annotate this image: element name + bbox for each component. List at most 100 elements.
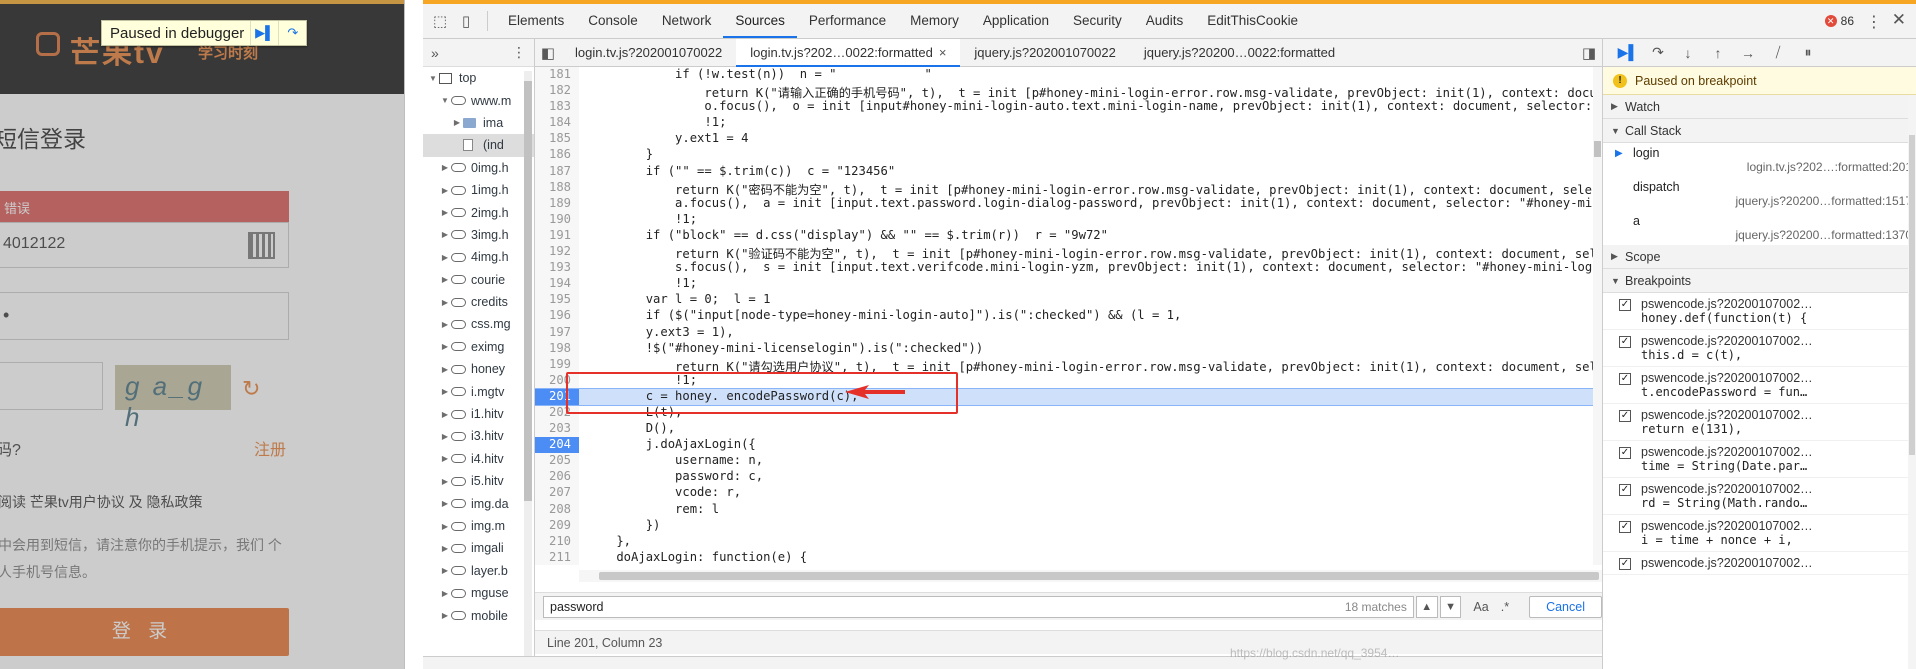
breakpoint-item[interactable]: ✓ pswencode.js?20200107002… return e(131), — [1603, 404, 1916, 441]
expand-arrow-icon[interactable]: ▶ — [439, 163, 451, 172]
line-number[interactable]: 192 — [535, 244, 579, 261]
expand-arrow-icon[interactable]: ▶ — [439, 454, 451, 463]
step-over-icon[interactable]: ↷ — [278, 21, 306, 45]
code-line[interactable]: 181 if (!w.test(n)) n = " " — [535, 67, 1595, 84]
breakpoint-item[interactable]: ✓ pswencode.js?20200107002… rd = String(Ma… — [1603, 478, 1916, 515]
line-number[interactable]: 183 — [535, 99, 579, 116]
step-out-icon[interactable]: ↑ — [1703, 45, 1733, 61]
line-number[interactable]: 181 — [535, 67, 579, 84]
device-toolbar-icon[interactable]: ▯ — [453, 8, 479, 34]
code-line[interactable]: 188 return K("密码不能为空", t), t = init [p#h… — [535, 179, 1602, 197]
tree-item[interactable]: ▶ img.m — [423, 515, 534, 537]
step-icon[interactable]: → — [1733, 45, 1763, 61]
tree-item[interactable]: ▶ css.mg — [423, 313, 534, 335]
breakpoints-pane-header[interactable]: ▼ Breakpoints — [1603, 269, 1916, 293]
code-line[interactable]: 204 j.doAjaxLogin({ — [535, 437, 1595, 454]
tree-item[interactable]: ▶ mobile — [423, 604, 534, 626]
expand-arrow-icon[interactable]: ▶ — [439, 589, 451, 598]
tree-item[interactable]: ▶ 2img.h — [423, 201, 534, 223]
code-line[interactable]: 190 !1; — [535, 211, 1595, 228]
code-editor[interactable]: 181 if (!w.test(n)) n = " " 182 return K(… — [535, 67, 1602, 565]
breakpoint-marker[interactable]: 204 — [535, 437, 579, 454]
tree-item[interactable]: ▶ 1img.h — [423, 179, 534, 201]
tab-console[interactable]: Console — [576, 4, 650, 38]
editor-vertical-scrollbar[interactable] — [1593, 67, 1602, 565]
code-line[interactable]: 209 }) — [535, 517, 1595, 534]
line-number[interactable]: 207 — [535, 485, 579, 502]
line-number[interactable]: 195 — [535, 292, 579, 309]
toggle-navigator-icon[interactable]: ◧ — [535, 40, 561, 66]
step-over-button-icon[interactable]: ↷ — [1643, 44, 1673, 61]
line-number[interactable]: 208 — [535, 501, 579, 518]
tab-audits[interactable]: Audits — [1134, 4, 1196, 38]
tree-item[interactable]: ▶ ima — [423, 112, 534, 134]
navigator-menu-icon[interactable]: ⋮ — [512, 44, 526, 61]
call-frame[interactable]: ▶ login login.tv.js?202…:formatted:201 — [1603, 143, 1916, 177]
tree-item[interactable]: ▶ mguse — [423, 582, 534, 604]
pause-on-exceptions-icon[interactable]: ⏸ — [1793, 44, 1823, 61]
line-number[interactable]: 182 — [535, 83, 579, 100]
expand-arrow-icon[interactable]: ▶ — [439, 611, 451, 620]
match-case-toggle[interactable]: Aa — [1473, 600, 1488, 614]
code-line[interactable]: 199 return K("请勾选用户协议", t), t = init [p#… — [535, 356, 1602, 374]
code-line[interactable]: 194 !1; — [535, 276, 1595, 293]
tab-editthiscookie[interactable]: EditThisCookie — [1195, 4, 1310, 38]
expand-arrow-icon[interactable]: ▶ — [439, 253, 451, 262]
code-line[interactable]: 198 !$("#honey-mini-licenselogin").is(":… — [535, 340, 1595, 357]
code-line[interactable]: 182 return K("请输入正确的手机号码", t), t = init … — [535, 83, 1602, 100]
line-number[interactable]: 191 — [535, 227, 579, 245]
close-devtools-icon[interactable]: ✕ — [1892, 10, 1906, 30]
line-number[interactable]: 203 — [535, 421, 579, 438]
regex-toggle[interactable]: .* — [1501, 600, 1509, 614]
tree-item[interactable]: ▶ eximg — [423, 336, 534, 358]
tree-item[interactable]: ▶ 3img.h — [423, 224, 534, 246]
line-number[interactable]: 187 — [535, 163, 579, 180]
editor-tab[interactable]: jquery.js?20200…0022:formatted — [1130, 39, 1349, 67]
line-number[interactable]: 198 — [535, 340, 579, 357]
sidebar-scrollbar[interactable] — [1908, 95, 1916, 669]
code-line[interactable]: 193 s.focus(), s = init [input.text.veri… — [535, 260, 1602, 277]
expand-arrow-icon[interactable]: ▶ — [439, 342, 451, 351]
breakpoint-checkbox[interactable]: ✓ — [1619, 447, 1631, 459]
error-counter[interactable]: ✕ 86 — [1824, 14, 1854, 28]
line-number[interactable]: 199 — [535, 356, 579, 373]
expand-arrow-icon[interactable]: ▶ — [439, 275, 451, 284]
breakpoint-checkbox[interactable]: ✓ — [1619, 521, 1631, 533]
expand-arrow-icon[interactable]: ▶ — [439, 566, 451, 575]
call-stack-header[interactable]: ▼ Call Stack — [1603, 119, 1916, 143]
scope-pane-header[interactable]: ▶ Scope — [1603, 245, 1916, 269]
collapse-arrow-icon[interactable]: ▼ — [439, 96, 451, 105]
breakpoint-checkbox[interactable]: ✓ — [1619, 484, 1631, 496]
tab-application[interactable]: Application — [971, 4, 1061, 38]
deactivate-breakpoints-icon[interactable]: ⧸ — [1763, 44, 1793, 61]
expand-arrow-icon[interactable]: ▶ — [439, 186, 451, 195]
navigator-scrollbar[interactable] — [524, 71, 532, 661]
line-number[interactable]: 186 — [535, 147, 579, 164]
tree-item[interactable]: ▶ credits — [423, 291, 534, 313]
line-number[interactable]: 206 — [535, 469, 579, 486]
code-line[interactable]: 185 y.ext1 = 4 — [535, 131, 1595, 148]
editor-tab[interactable]: login.tv.js?202…0022:formatted × — [736, 38, 961, 67]
step-into-icon[interactable]: ↓ — [1673, 45, 1703, 61]
line-number[interactable]: 184 — [535, 115, 579, 132]
code-line[interactable]: 196 if ($("input[node-type=honey-mini-lo… — [535, 308, 1595, 325]
line-number[interactable]: 189 — [535, 195, 579, 212]
next-match-icon[interactable]: ▼ — [1439, 595, 1462, 618]
expand-arrow-icon[interactable]: ▶ — [439, 365, 451, 374]
line-number[interactable]: 193 — [535, 260, 579, 277]
tree-item[interactable]: ▶ i5.hitv — [423, 470, 534, 492]
code-line[interactable]: 210 }, — [535, 533, 1595, 550]
editor-horizontal-scrollbar[interactable] — [579, 570, 1602, 582]
code-line[interactable]: 206 password: c, — [535, 469, 1595, 486]
tree-item[interactable]: ▼ www.m — [423, 89, 534, 111]
code-line[interactable]: 187 if ("" == $.trim(c)) c = "123456" — [535, 163, 1595, 180]
tree-item[interactable]: ▶ imgali — [423, 537, 534, 559]
breakpoint-checkbox[interactable]: ✓ — [1619, 336, 1631, 348]
code-line[interactable]: 183 o.focus(), o = init [input#honey-min… — [535, 99, 1602, 116]
breakpoint-item[interactable]: ✓ pswencode.js?20200107002… — [1603, 552, 1916, 575]
expand-arrow-icon[interactable]: ▶ — [439, 544, 451, 553]
call-frame[interactable]: a jquery.js?20200…formatted:1370 — [1603, 211, 1916, 245]
expand-arrow-icon[interactable]: ▶ — [439, 410, 451, 419]
inspect-element-icon[interactable]: ⬚ — [427, 8, 453, 34]
tab-memory[interactable]: Memory — [898, 4, 971, 38]
